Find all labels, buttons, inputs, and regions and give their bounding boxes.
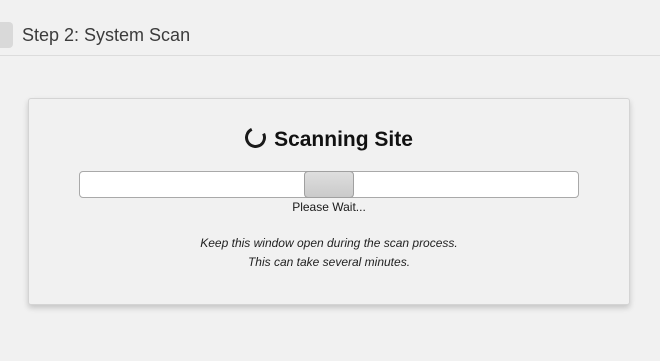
scan-note-line-2: This can take several minutes. xyxy=(247,255,411,269)
step-title: Step 2: System Scan xyxy=(22,25,191,45)
step-marker xyxy=(0,22,13,48)
please-wait-label: Please Wait... xyxy=(292,200,366,214)
scan-title-text: Scanning Site xyxy=(274,128,413,151)
spinner-icon xyxy=(242,124,270,151)
scan-progress-bar xyxy=(79,171,579,198)
scan-heading: Scanning Site xyxy=(29,124,629,153)
scan-note-line-1: Keep this window open during the scan pr… xyxy=(200,236,458,250)
step-header: Step 2: System Scan xyxy=(0,0,660,56)
scan-panel: Scanning Site Please Wait... Keep this w… xyxy=(28,98,630,305)
progress-indicator xyxy=(304,171,354,198)
